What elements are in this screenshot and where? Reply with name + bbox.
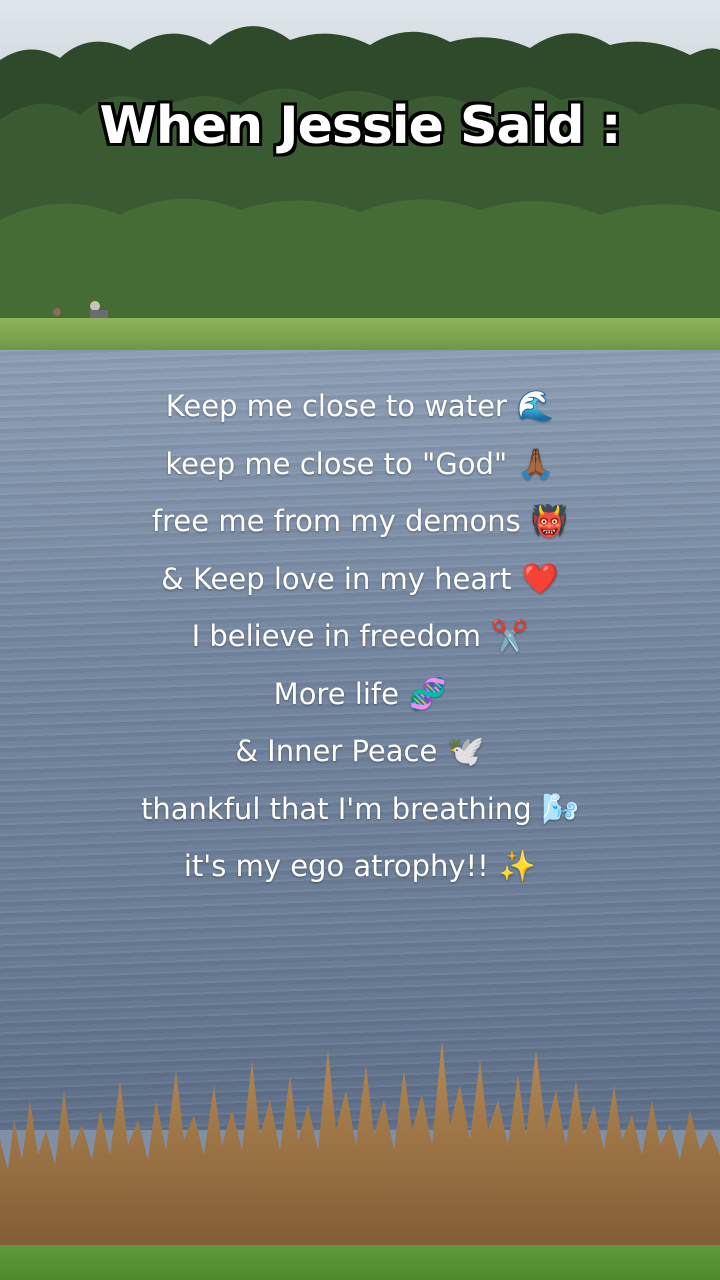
foreground-grass — [0, 1245, 720, 1280]
lyric-line: keep me close to "God" 🙏🏾 — [165, 446, 555, 482]
red-heart-emoji: ❤️ — [521, 561, 559, 597]
reeds — [0, 1040, 720, 1280]
praying-hands-emoji: 🙏🏾 — [517, 446, 555, 482]
lyric-line: I believe in freedom ✂️ — [191, 619, 529, 654]
sparkles-emoji: ✨ — [498, 849, 537, 884]
overlay-title: When Jessie Said : — [99, 96, 622, 156]
lyric-line: & Inner Peace 🕊️ — [235, 734, 485, 769]
tree-line — [0, 26, 720, 340]
water-wave-emoji: 🌊 — [516, 389, 555, 424]
lyric-line: & Keep love in my heart ❤️ — [161, 561, 559, 597]
lake-scene-background: When Jessie Said : Keep me close to wate… — [0, 0, 720, 1280]
lyric-line: thankful that I'm breathing 🌬️ — [141, 791, 579, 827]
ogre-emoji: 👹 — [530, 504, 569, 539]
scissors-emoji: ✂️ — [491, 619, 529, 654]
lyric-line: More life 🧬 — [273, 676, 447, 712]
lyric-line: free me from my demons 👹 — [151, 504, 569, 539]
lyric-line: Keep me close to water 🌊 — [165, 389, 555, 424]
lyrics-overlay: Keep me close to water 🌊 keep me close to… — [0, 378, 720, 896]
dna-emoji: 🧬 — [408, 676, 447, 712]
wind-face-emoji: 🌬️ — [541, 791, 579, 827]
lyric-line: it's my ego atrophy!! ✨ — [183, 849, 537, 884]
dove-emoji: 🕊️ — [447, 734, 485, 769]
